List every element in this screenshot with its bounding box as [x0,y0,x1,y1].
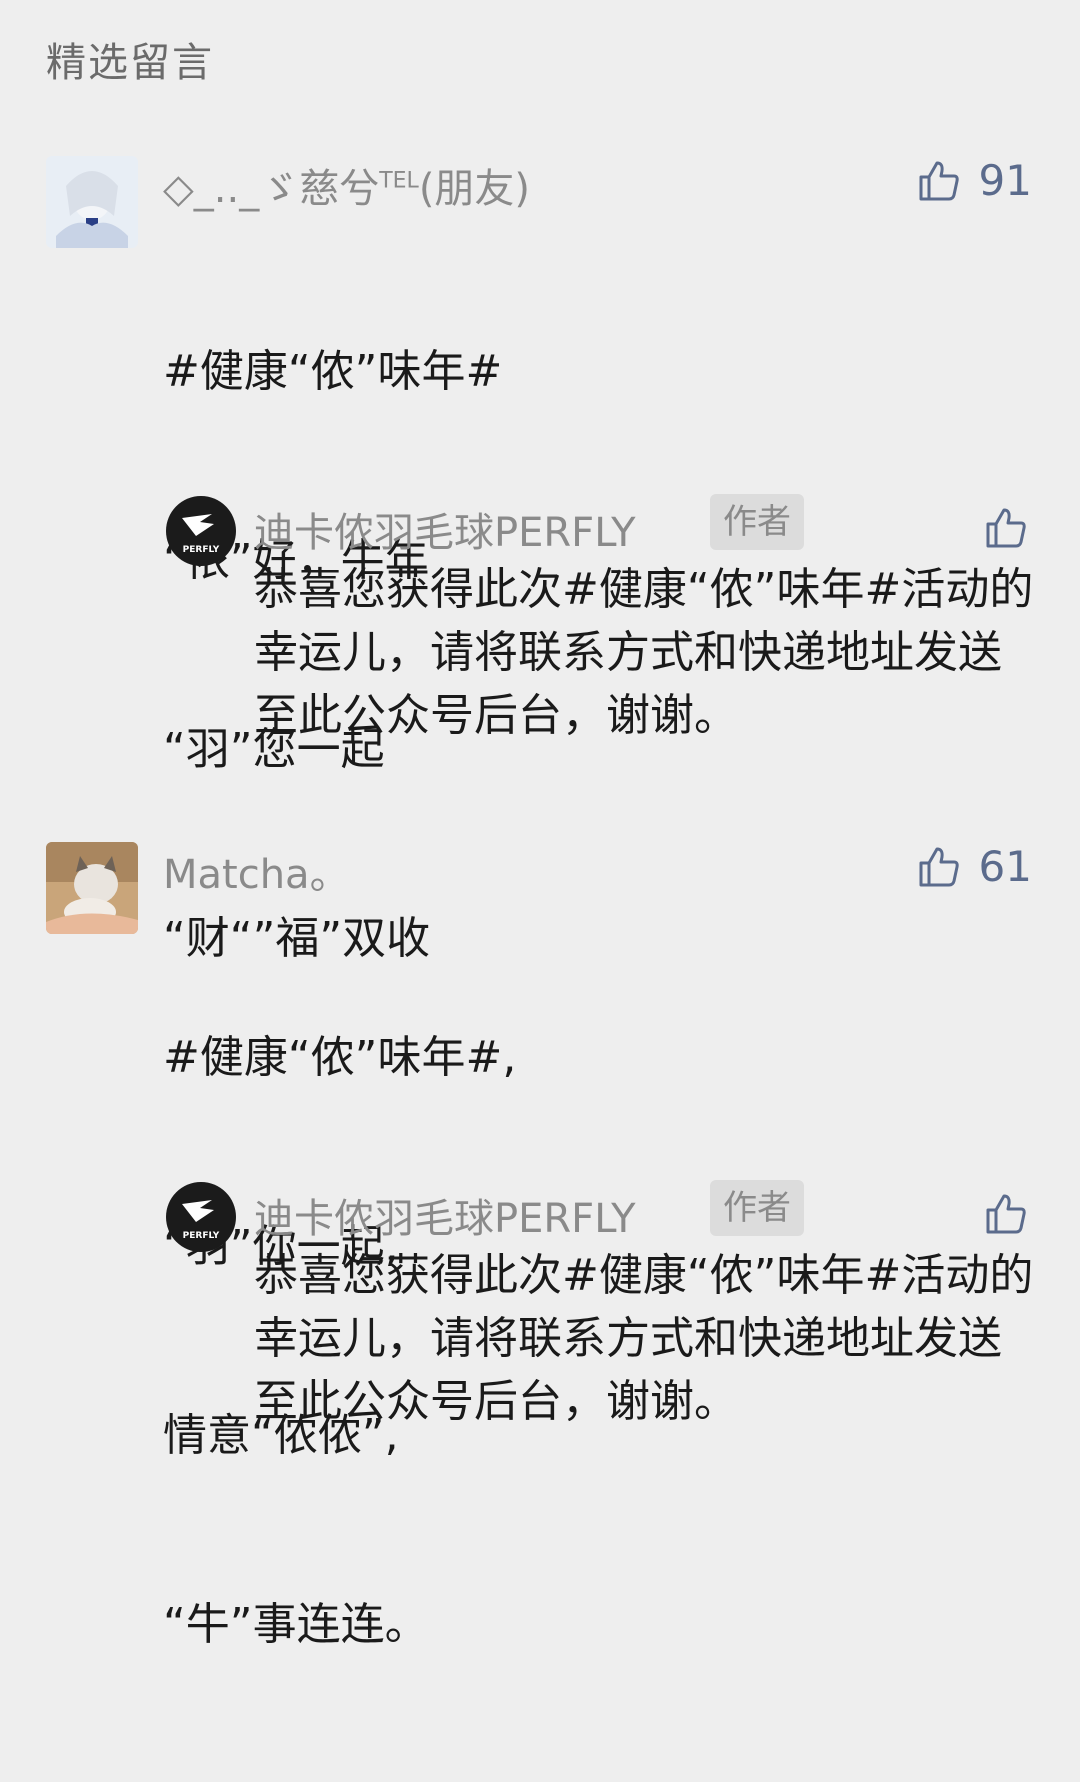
avatar[interactable] [46,156,138,248]
avatar[interactable] [46,842,138,934]
author-badge: 作者 [710,494,804,550]
comment-nickname[interactable]: Matcha。 [163,842,350,900]
author-badge: 作者 [710,1180,804,1236]
reply-text: 恭喜您获得此次#健康“侬”味年#活动的幸运儿，请将联系方式和快递地址发送至此公众… [254,1250,1034,1427]
section-title: 精选留言 [46,40,214,86]
bird-logo-icon [182,514,214,536]
reply-text: 恭喜您获得此次#健康“侬”味年#活动的幸运儿，请将联系方式和快递地址发送至此公众… [254,564,1034,741]
thumbs-up-icon [919,161,959,200]
author-name[interactable]: 迪卡侬羽毛球PERFLY [254,500,636,558]
like-count: 91 [978,156,1032,205]
like-button[interactable]: 91 [917,156,1032,205]
thumbs-up-icon [919,847,959,886]
bird-logo-icon [182,1200,214,1222]
thumbs-up-icon[interactable] [984,1192,1028,1236]
like-button[interactable]: 61 [917,842,1032,891]
author-name[interactable]: 迪卡侬羽毛球PERFLY [254,1186,636,1244]
author-avatar[interactable]: PERFLY [166,496,236,566]
svg-text:PERFLY: PERFLY [183,1231,220,1241]
author-avatar[interactable]: PERFLY [166,1182,236,1252]
comment-nickname[interactable]: ◇_.._ゞ慈兮TEL(朋友) [163,156,530,214]
like-count: 61 [978,842,1032,891]
svg-text:PERFLY: PERFLY [183,545,220,555]
thumbs-up-icon[interactable] [984,506,1028,550]
